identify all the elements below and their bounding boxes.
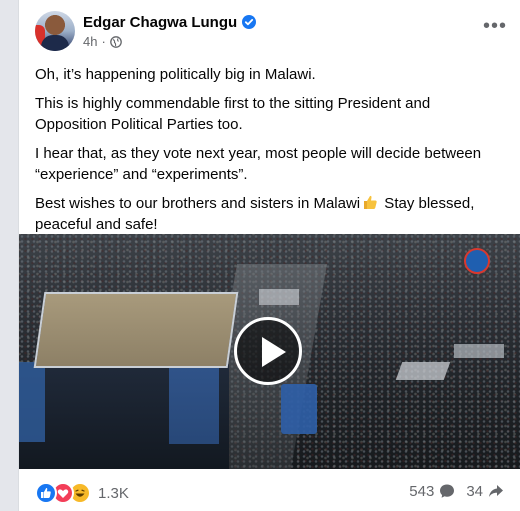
author-name[interactable]: Edgar Chagwa Lungu (83, 14, 237, 31)
post-footer: 1.3K 543 34 (19, 469, 520, 511)
play-icon (262, 337, 286, 367)
reaction-count: 1.3K (98, 484, 129, 502)
video-tent (259, 289, 299, 305)
post-paragraph-4a: Best wishes to our brothers and sisters … (35, 195, 361, 212)
post-card: Edgar Chagwa Lungu 4h · ••• Oh, it’s hap… (18, 0, 520, 511)
like-reaction-icon (35, 482, 57, 504)
share-count: 34 (466, 482, 483, 500)
thumbs-up-emoji (362, 194, 378, 210)
comment-icon (440, 484, 455, 498)
video-logo-mark (464, 248, 490, 274)
shares-stat[interactable]: 34 (466, 482, 505, 500)
engagement-stats: 543 34 (409, 482, 505, 500)
video-banner (19, 362, 45, 442)
video-stage-roof (33, 292, 239, 368)
play-button[interactable] (234, 317, 302, 385)
post-paragraph-1: Oh, it’s happening politically big in Ma… (35, 66, 316, 83)
post-header: Edgar Chagwa Lungu 4h · ••• (19, 0, 520, 56)
author-avatar[interactable] (35, 11, 75, 51)
post-text: Oh, it’s happening politically big in Ma… (35, 64, 505, 243)
author-name-row: Edgar Chagwa Lungu (83, 12, 257, 32)
video-tent (454, 344, 504, 358)
verified-badge-icon (242, 15, 257, 29)
video-tent (395, 362, 451, 380)
avatar-figure (41, 35, 69, 51)
reactions-summary[interactable]: 1.3K (35, 482, 129, 504)
video-player[interactable] (19, 234, 520, 469)
post-paragraph-4: Best wishes to our brothers and sisters … (35, 193, 505, 235)
more-options-icon[interactable]: ••• (481, 14, 509, 42)
comments-stat[interactable]: 543 (409, 482, 456, 500)
post-time[interactable]: 4h (83, 34, 97, 49)
video-truck (281, 384, 317, 434)
post-paragraph-3: I hear that, as they vote next year, mos… (35, 145, 482, 183)
globe-icon[interactable] (109, 35, 122, 48)
post-meta: 4h · (83, 34, 122, 49)
share-icon (489, 485, 503, 497)
meta-separator: · (101, 34, 106, 49)
post-paragraph-2: This is highly commendable first to the … (35, 95, 431, 133)
comment-count: 543 (409, 482, 435, 500)
